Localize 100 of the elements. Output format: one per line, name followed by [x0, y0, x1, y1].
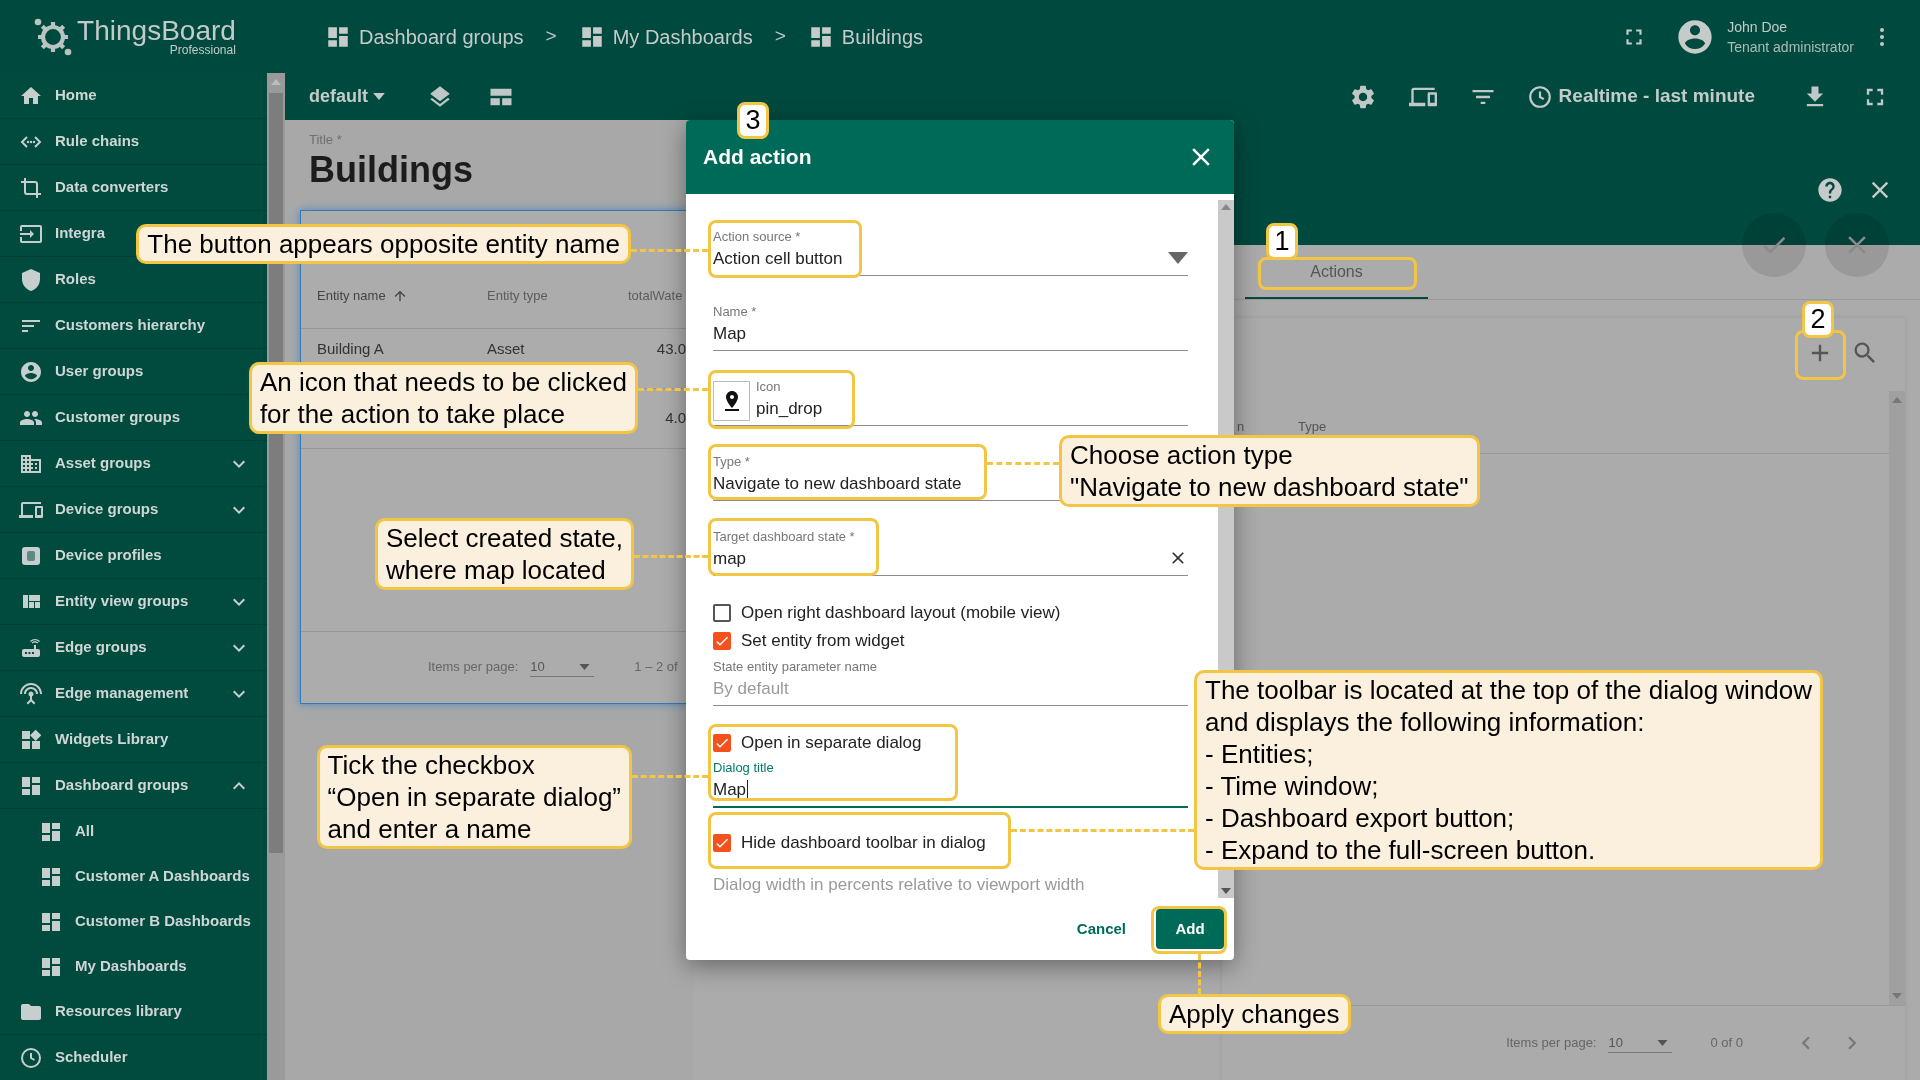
brand-name: ThingsBoard: [77, 17, 236, 45]
logo-icon: [33, 16, 74, 57]
account-icon: [19, 359, 43, 384]
field-placeholder: By default: [713, 678, 789, 700]
checkbox[interactable]: [713, 604, 731, 622]
scrollbar[interactable]: [1889, 391, 1905, 1005]
callout: Apply changes: [1158, 994, 1351, 1034]
widgets-icon: [19, 727, 43, 752]
timewindow-button[interactable]: Realtime - last minute: [1526, 82, 1755, 111]
sidebar-item[interactable]: All: [0, 809, 267, 854]
brand-edition: Professional: [169, 44, 236, 56]
help-icon[interactable]: [1816, 176, 1844, 204]
range-label: 1 – 2 of: [634, 658, 678, 677]
form-field[interactable]: Dialog title Map: [713, 757, 1188, 808]
sidebar-item[interactable]: Home: [0, 73, 113, 118]
field-value: Map: [713, 323, 747, 345]
field-value: pin_drop: [756, 398, 823, 420]
form-field[interactable]: Type * Navigate to new dashboard state: [713, 426, 987, 501]
sidebar-item[interactable]: Dashboard groups: [0, 763, 267, 808]
dashboard-title: Buildings: [309, 147, 474, 192]
sidebar-item[interactable]: Roles: [0, 257, 112, 302]
checkbox-row[interactable]: Hide dashboard toolbar in dialog: [713, 829, 1188, 857]
range-label: 0 of 0: [1710, 1034, 1743, 1053]
dialog-title: Add action: [703, 144, 812, 171]
checkbox-row[interactable]: Open right dashboard layout (mobile view): [713, 599, 1188, 627]
sidebar-item[interactable]: Rule chains: [0, 119, 156, 164]
sidebar-item[interactable]: Resources library: [0, 989, 198, 1034]
callout: The toolbar is located at the top of the dialog window and displays the following information: - Entities; - Time window; - Dashboard export button; - Expand to the full-screen button.: [1194, 670, 1824, 870]
sidebar-item[interactable]: Asset groups: [0, 441, 267, 486]
breadcrumb-separator: >: [774, 24, 786, 49]
caret-icon: [579, 663, 591, 670]
table-cell: 43.0: [656, 339, 686, 357]
table-cell: Asset: [487, 339, 525, 357]
callout: Select created state, where map located: [374, 518, 634, 590]
field-value: Action cell button: [713, 248, 843, 270]
table-cell: 4.0: [665, 409, 686, 426]
step-badge: 3: [737, 102, 769, 139]
sidebar-item[interactable]: Edge management: [0, 671, 267, 716]
sidebar-item[interactable]: User groups: [0, 349, 160, 394]
icon-preview[interactable]: [713, 381, 750, 421]
table-cell: Building A: [317, 339, 384, 357]
items-per-page-label: Items per page:: [1506, 1034, 1597, 1053]
sidebar-item[interactable]: Device groups: [0, 487, 267, 532]
checkbox-row[interactable]: Open in separate dialog: [713, 729, 1188, 757]
user-name: John Doe: [1727, 17, 1789, 37]
callout: Choose action type "Navigate to new dashboard state": [1059, 435, 1480, 507]
callout: Tick the checkbox “Open in separate dialog” and enter a name: [316, 745, 632, 849]
sidebar-item[interactable]: Customer B Dashboards: [0, 899, 267, 944]
breadcrumb-separator: >: [545, 24, 557, 49]
checkbox-row[interactable]: Set entity from widget: [713, 627, 1188, 655]
column-header[interactable]: Entity name: [317, 286, 487, 306]
callout: The button appears opposite entity name: [136, 224, 631, 264]
form-field[interactable]: Icon pin_drop: [713, 351, 1188, 426]
add-button[interactable]: Add: [1156, 909, 1224, 949]
sidebar-item[interactable]: My Dashboards: [0, 944, 267, 989]
sidebar-item[interactable]: Scheduler: [0, 1035, 144, 1080]
shield-icon: [19, 267, 43, 292]
form-field[interactable]: Action source * Action cell button: [713, 201, 1188, 276]
title-label: Title *: [309, 131, 343, 149]
field-label: Dialog title: [713, 759, 774, 777]
caret-icon: [1657, 1039, 1669, 1046]
checkbox[interactable]: [713, 834, 731, 852]
field-label: Action source *: [713, 228, 801, 246]
sidebar-item[interactable]: Widgets Library: [0, 717, 185, 762]
breadcrumb-link[interactable]: Buildings: [807, 21, 923, 52]
step-badge: 1: [1266, 223, 1298, 260]
antenna-icon: [19, 681, 43, 706]
sidebar-item[interactable]: Data converters: [0, 165, 185, 210]
form-field[interactable]: State entity parameter name By default: [713, 655, 1188, 706]
callout: An icon that needs to be clicked for the action to take place: [248, 362, 638, 434]
field-label: Icon: [756, 378, 781, 396]
form-field[interactable]: Name * Map: [713, 276, 1188, 351]
sidebar-item[interactable]: Integra: [0, 211, 121, 256]
step-badge: 2: [1802, 301, 1834, 338]
field-label: Type *: [713, 453, 750, 471]
clock-icon: [1526, 83, 1553, 110]
sidebar-item[interactable]: Customer A Dashboards: [0, 854, 267, 899]
crop-icon: [19, 175, 43, 200]
sidebar-item[interactable]: Customers hierarchy: [0, 303, 222, 348]
items-per-page-label: Items per page:: [428, 658, 519, 677]
sidebar-item[interactable]: Customer groups: [0, 395, 196, 440]
breadcrumb-link[interactable]: Dashboard groups: [325, 21, 524, 52]
cancel-button[interactable]: Cancel: [1068, 917, 1134, 941]
field-placeholder: Dialog width in percents relative to viewport width: [713, 874, 1085, 896]
checkbox[interactable]: [713, 734, 731, 752]
field-label: State entity parameter name: [713, 658, 878, 676]
field-label: Name *: [713, 303, 757, 321]
clock-icon: [19, 1045, 43, 1070]
checkbox[interactable]: [713, 632, 731, 650]
field-label: Target dashboard state *: [713, 528, 855, 546]
user-role: Tenant administrator: [1727, 37, 1854, 57]
field-value: Map: [713, 779, 749, 802]
field-value: map: [713, 548, 747, 570]
sidebar-item[interactable]: Device profiles: [0, 533, 178, 578]
sidebar-item[interactable]: Edge groups: [0, 625, 267, 670]
breadcrumb-link[interactable]: My Dashboards: [578, 21, 753, 52]
field-value: Navigate to new dashboard state: [713, 473, 962, 495]
caret-icon: [373, 93, 385, 100]
sidebar-item[interactable]: Entity view groups: [0, 579, 267, 624]
state-select[interactable]: default: [309, 83, 385, 110]
